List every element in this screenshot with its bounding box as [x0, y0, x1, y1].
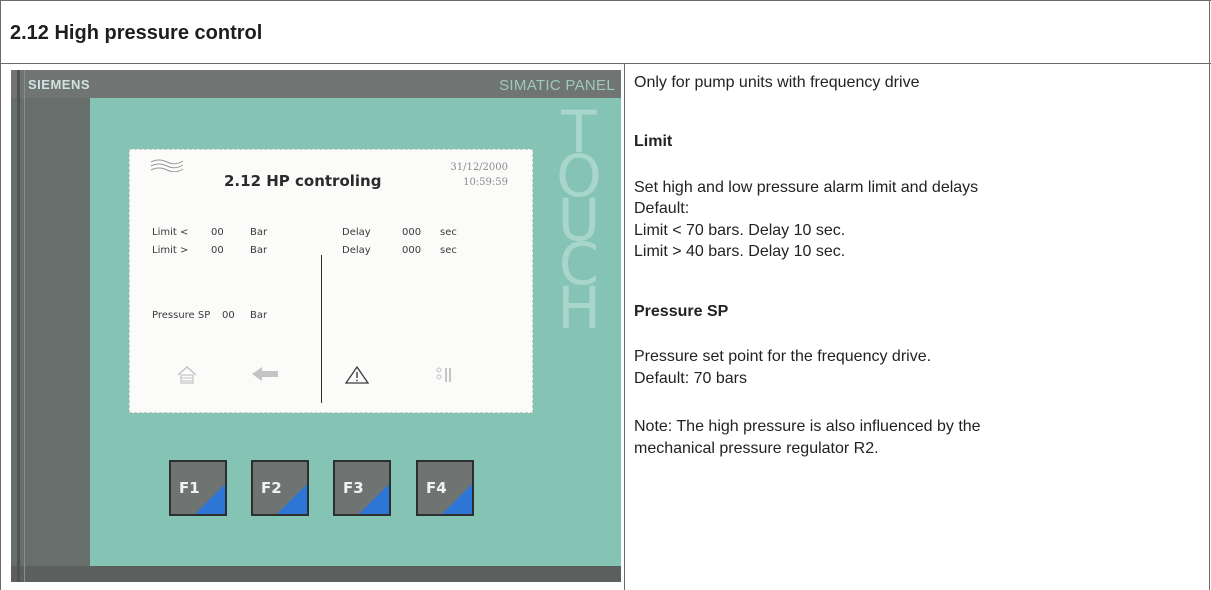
delay-low-unit: sec [440, 227, 457, 238]
hp-logo-icon [150, 159, 184, 172]
table-top-border [0, 0, 1211, 1]
delay-high-label: Delay [342, 245, 371, 256]
hmi-screen: 2.12 HP controling 31/12/2000 10:59:59 L… [129, 149, 533, 413]
note-line-1: Note: The high pressure is also influenc… [634, 418, 981, 435]
touch-vertical-label: T O U C H [549, 103, 609, 350]
default-limit-low: Limit < 70 bars. Delay 10 sec. [634, 222, 846, 239]
limit-low-value[interactable]: 00 [211, 227, 224, 238]
f3-key-label: F3 [343, 479, 364, 497]
screen-divider [321, 255, 322, 403]
siemens-logo: SIEMENS [28, 77, 91, 92]
default-label: Default: [634, 200, 690, 217]
screen-title: 2.12 HP controling [224, 172, 382, 190]
f1-key-label: F1 [179, 479, 200, 497]
table-left-border [0, 0, 1, 590]
limit-low-unit: Bar [250, 227, 268, 238]
pressure-sp-description: Pressure set point for the frequency dri… [634, 348, 932, 365]
pressure-sp-unit: Bar [250, 310, 268, 321]
f2-key-label: F2 [261, 479, 282, 497]
back-arrow-icon[interactable] [250, 365, 280, 383]
limit-high-unit: Bar [250, 245, 268, 256]
limit-high-value[interactable]: 00 [211, 245, 224, 256]
intro-text: Only for pump units with frequency drive [634, 74, 920, 91]
limit-heading: Limit [634, 133, 673, 150]
f4-key[interactable]: F4 [416, 460, 474, 516]
simatic-panel-label: SIMATIC PANEL [499, 77, 615, 94]
pressure-sp-value[interactable]: 00 [222, 310, 235, 321]
screen-date: 31/12/2000 [450, 162, 508, 173]
touch-letter: H [557, 274, 601, 342]
f3-key[interactable]: F3 [333, 460, 391, 516]
document-table: 2.12 High pressure control SIEMENS SIMAT… [0, 0, 1211, 590]
delay-low-value[interactable]: 000 [402, 227, 421, 238]
note-line-2: mechanical pressure regulator R2. [634, 440, 879, 457]
settings-slider-icon[interactable] [435, 365, 453, 385]
panel-edge-highlight [24, 70, 25, 582]
panel-bottom-bezel [11, 566, 621, 582]
header-row-divider [0, 63, 1211, 64]
home-icon[interactable] [176, 365, 198, 385]
f4-key-label: F4 [426, 479, 447, 497]
table-right-border [1209, 0, 1210, 590]
section-title: 2.12 High pressure control [10, 22, 263, 44]
delay-high-unit: sec [440, 245, 457, 256]
limit-description: Set high and low pressure alarm limit an… [634, 179, 979, 196]
alarm-triangle-icon[interactable] [344, 365, 370, 385]
pressure-sp-heading: Pressure SP [634, 303, 729, 320]
panel-edge [17, 70, 20, 582]
column-divider [624, 63, 625, 590]
default-limit-high: Limit > 40 bars. Delay 10 sec. [634, 243, 846, 260]
f2-key[interactable]: F2 [251, 460, 309, 516]
limit-high-label: Limit > [152, 245, 189, 256]
limit-low-label: Limit < [152, 227, 189, 238]
delay-low-label: Delay [342, 227, 371, 238]
delay-high-value[interactable]: 000 [402, 245, 421, 256]
f1-key[interactable]: F1 [169, 460, 227, 516]
pressure-sp-default: Default: 70 bars [634, 370, 747, 387]
hmi-panel-image: SIEMENS SIMATIC PANEL T O U C H 2.12 HP … [11, 70, 621, 582]
screen-time: 10:59:59 [463, 177, 508, 188]
pressure-sp-label: Pressure SP [152, 310, 211, 321]
